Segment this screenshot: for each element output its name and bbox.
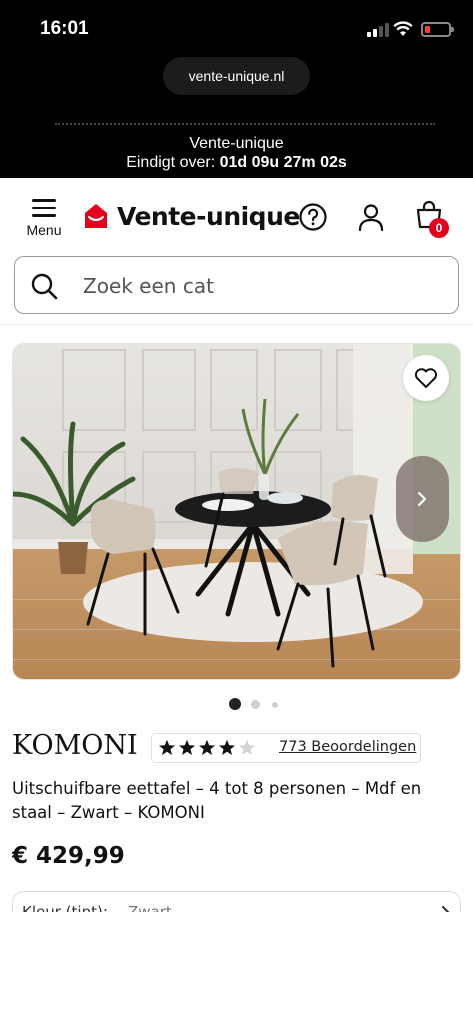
promo-brand: Vente-unique (189, 135, 284, 152)
favorite-button[interactable] (403, 355, 449, 401)
address-bar[interactable]: vente-unique.nl (163, 57, 310, 95)
star-icon (199, 739, 215, 755)
menu-button[interactable]: Menu (20, 196, 68, 244)
cellular-signal-icon (367, 23, 389, 37)
star-rating (159, 739, 255, 755)
header-divider (0, 324, 473, 325)
pagination-dot[interactable] (272, 702, 278, 708)
star-icon (219, 739, 235, 755)
site-header: Menu Vente-unique (0, 178, 473, 258)
promo-countdown: Eindigt over: 01d 09u 27m 02s (0, 154, 473, 172)
promo-scrolling-text (55, 123, 435, 125)
pagination-dot[interactable] (251, 700, 260, 709)
search-field[interactable]: Zoek een cat (14, 256, 459, 314)
countdown-value: 01d 09u 27m 02s (219, 154, 347, 171)
account-icon[interactable] (356, 202, 386, 232)
clock: 16:01 (40, 18, 89, 39)
page-bottom-blank (0, 912, 473, 1024)
heart-icon (414, 368, 438, 388)
battery-icon (421, 22, 454, 37)
wifi-icon (393, 21, 413, 36)
rating-summary[interactable]: 773 Beoordelingen (151, 733, 421, 763)
search-input[interactable]: Zoek een cat (83, 274, 214, 298)
product-gallery[interactable] (12, 343, 461, 680)
site-logo[interactable]: Vente-unique (81, 200, 300, 236)
chevron-right-icon (417, 491, 427, 507)
promo-banner[interactable]: Vente-unique Eindigt over: 01d 09u 27m 0… (0, 118, 473, 178)
star-icon (159, 739, 175, 755)
menu-label: Menu (26, 222, 62, 238)
star-half-icon (239, 739, 255, 755)
product-brand[interactable]: KOMONI (12, 730, 138, 761)
cart-count-badge: 0 (429, 218, 449, 238)
search-icon (31, 273, 58, 300)
product-price: € 429,99 (12, 843, 125, 869)
star-icon (179, 739, 195, 755)
reviews-link[interactable]: 773 Beoordelingen (279, 739, 416, 755)
pagination-dot-active[interactable] (229, 698, 241, 710)
product-title: Uitschuifbare eettafel – 4 tot 8 persone… (12, 779, 422, 822)
countdown-label: Eindigt over: (126, 154, 216, 171)
help-icon[interactable] (298, 202, 328, 232)
status-bar: 16:01 vente-unique.nl (0, 0, 473, 118)
gallery-next-button[interactable] (396, 456, 449, 542)
gallery-pagination (229, 698, 289, 712)
logo-icon (85, 204, 107, 228)
product-photo (13, 344, 460, 679)
logo-text: Vente-unique (117, 202, 300, 231)
menu-icon (32, 199, 56, 217)
